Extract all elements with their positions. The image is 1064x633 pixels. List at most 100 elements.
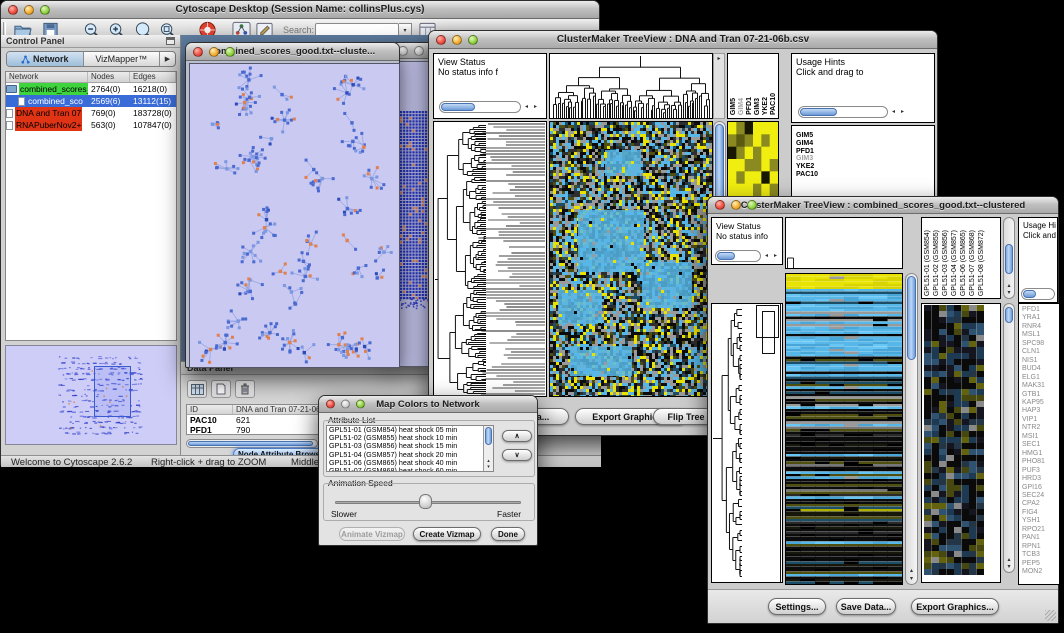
tv1-scroll-strip[interactable]: ▸: [713, 53, 725, 119]
gene-row-label[interactable]: PFD1: [796, 148, 818, 156]
tv1-column-dendrogram-panel[interactable]: [549, 53, 713, 119]
tv2-settings-button[interactable]: Settings...: [768, 598, 826, 615]
network-table-row[interactable]: combined_scores_ 2764(0) 16218(0): [6, 83, 176, 95]
tv2-column-dendrogram-canvas[interactable]: [786, 218, 902, 268]
tv2-heatmap-vscrollbar[interactable]: ▴ ▾: [905, 273, 918, 585]
gene-column-label[interactable]: GIM5: [730, 98, 737, 115]
gene-column-label[interactable]: GIM3: [754, 98, 761, 115]
scroll-down-icon[interactable]: ▾: [1004, 290, 1014, 297]
gene-row-label[interactable]: SPC98: [1022, 340, 1059, 348]
gene-row-label[interactable]: YSH1: [1022, 517, 1059, 525]
tv2-save-data-button[interactable]: Save Data...: [836, 598, 896, 615]
scrollbar-thumb[interactable]: [1005, 307, 1013, 323]
gene-row-label[interactable]: YRA1: [1022, 314, 1059, 322]
tv1-correlation-matrix-canvas[interactable]: [728, 122, 778, 196]
attribute-table-row[interactable]: PAC10 621: [187, 415, 321, 425]
id-column-header[interactable]: ID: [187, 405, 233, 414]
scrollbar-thumb[interactable]: [800, 108, 837, 116]
scroll-right-icon[interactable]: ▸: [717, 56, 720, 62]
gene-row-label[interactable]: BUD4: [1022, 365, 1059, 373]
done-button[interactable]: Done: [491, 527, 525, 541]
gene-row-label[interactable]: TCB3: [1022, 551, 1059, 559]
network-overview-panel[interactable]: [5, 345, 177, 445]
network-clusters-canvas[interactable]: [189, 63, 400, 368]
tv2-zoom-heatmap-panel[interactable]: [921, 303, 1001, 583]
zoom-window-icon[interactable]: [356, 400, 365, 409]
scroll-right-icon[interactable]: ▸: [532, 103, 539, 110]
dialog-titlebar[interactable]: Map Colors to Network: [319, 396, 537, 413]
gene-row-label[interactable]: RPO21: [1022, 526, 1059, 534]
gene-row-label[interactable]: MSI1: [1022, 433, 1059, 441]
network-table-row[interactable]: combined_sco 2569(6) 13112(15): [6, 95, 176, 107]
gene-row-label[interactable]: PEP5: [1022, 560, 1059, 568]
gene-row-label[interactable]: CLN1: [1022, 348, 1059, 356]
gene-row-label[interactable]: GTB1: [1022, 391, 1059, 399]
minimize-icon[interactable]: [24, 5, 34, 15]
tv2-column-dendrogram-panel[interactable]: [785, 217, 903, 269]
array-column-label[interactable]: GPL51-06 (GSM865): [960, 230, 967, 296]
zoom-window-icon[interactable]: [468, 35, 478, 45]
scroll-down-icon[interactable]: ▾: [906, 576, 917, 583]
gene-row-label[interactable]: GPI16: [1022, 484, 1059, 492]
zoom-window-icon[interactable]: [225, 47, 235, 57]
gene-row-label[interactable]: FIG4: [1022, 509, 1059, 517]
close-icon[interactable]: [326, 400, 335, 409]
gene-column-label[interactable]: GIM4: [738, 98, 745, 115]
move-up-button[interactable]: ∧: [502, 430, 532, 442]
tv2-zoom-vscrollbar[interactable]: ▴ ▾: [1003, 303, 1015, 573]
tabs-more-icon[interactable]: ▶: [160, 52, 175, 66]
tv1-correlation-matrix-panel[interactable]: [727, 121, 779, 197]
float-panel-icon[interactable]: [166, 37, 175, 45]
new-attribute-icon[interactable]: [211, 380, 231, 398]
tab-vizmapper[interactable]: VizMapper™: [84, 52, 161, 66]
gene-row-label[interactable]: PAN1: [1022, 534, 1059, 542]
gene-column-label[interactable]: PAC10: [770, 93, 777, 115]
minimize-icon[interactable]: [731, 200, 741, 210]
gene-row-label[interactable]: SEC24: [1022, 492, 1059, 500]
gene-row-label[interactable]: RPN1: [1022, 543, 1059, 551]
net1-titlebar[interactable]: combined_scores_good.txt--cluste...: [186, 43, 399, 61]
close-icon[interactable]: [436, 35, 446, 45]
array-column-label[interactable]: GPL51-03 (GSM856): [942, 230, 949, 296]
gene-row-label[interactable]: PHO81: [1022, 458, 1059, 466]
animate-vizmap-button[interactable]: Animate Vizmap: [339, 527, 405, 541]
gene-row-label[interactable]: YKE2: [796, 163, 818, 171]
scrollbar-thumb[interactable]: [907, 276, 916, 360]
scrollbar-thumb[interactable]: [717, 252, 735, 260]
minimize-icon[interactable]: [209, 47, 219, 57]
gene-row-label[interactable]: KAP95: [1022, 399, 1059, 407]
scrollbar-thumb[interactable]: [188, 441, 313, 446]
scrollbar-thumb[interactable]: [1023, 290, 1036, 298]
tv2-export-graphics-button[interactable]: Export Graphics...: [911, 598, 999, 615]
main-titlebar[interactable]: Cytoscape Desktop (Session Name: collins…: [1, 1, 599, 19]
gene-row-label[interactable]: GIM3: [796, 155, 818, 163]
minimize-icon[interactable]: [452, 35, 462, 45]
tv1-heatmap-panel[interactable]: [549, 121, 713, 397]
delete-attribute-trash-icon[interactable]: [235, 380, 255, 398]
tv1-status-scrollbar[interactable]: ◂ ▸: [439, 100, 539, 113]
tv1-titlebar[interactable]: ClusterMaker TreeView : DNA and Tran 07-…: [429, 31, 937, 49]
tv2-row-dendrogram-panel[interactable]: [711, 303, 783, 583]
gene-row-label[interactable]: MSL1: [1022, 331, 1059, 339]
gene-row-label[interactable]: GIM4: [796, 140, 818, 148]
gene-row-label[interactable]: ELG1: [1022, 374, 1059, 382]
tv2-heatmap-panel[interactable]: [785, 273, 903, 585]
gene-row-label[interactable]: RNR4: [1022, 323, 1059, 331]
array-column-label[interactable]: GPL51-02 (GSM855): [933, 230, 940, 296]
scroll-down-icon[interactable]: ▾: [484, 464, 493, 470]
attribute-column-header[interactable]: DNA and Tran 07-21-06: [233, 405, 321, 414]
gene-row-label[interactable]: NIS1: [1022, 357, 1059, 365]
tv1-column-dendrogram-canvas[interactable]: [550, 54, 712, 118]
array-column-label[interactable]: GPL51-07 (GSM868): [969, 230, 976, 296]
close-icon[interactable]: [8, 5, 18, 15]
gene-row-label[interactable]: PAC10: [796, 171, 818, 179]
data-panel-hscrollbar[interactable]: [186, 439, 318, 448]
tv1-heatmap-canvas[interactable]: [550, 122, 712, 396]
minimize-icon[interactable]: [414, 46, 424, 56]
gene-row-label[interactable]: PUF3: [1022, 467, 1059, 475]
scroll-up-icon[interactable]: ▴: [1004, 557, 1014, 564]
tv1-row-dendrogram-panel[interactable]: [433, 121, 547, 397]
gene-column-label[interactable]: YKE2: [762, 97, 769, 115]
scroll-up-icon[interactable]: ▴: [1004, 283, 1014, 290]
tv2-titlebar[interactable]: ClusterMaker TreeView : combined_scores_…: [708, 197, 1058, 214]
